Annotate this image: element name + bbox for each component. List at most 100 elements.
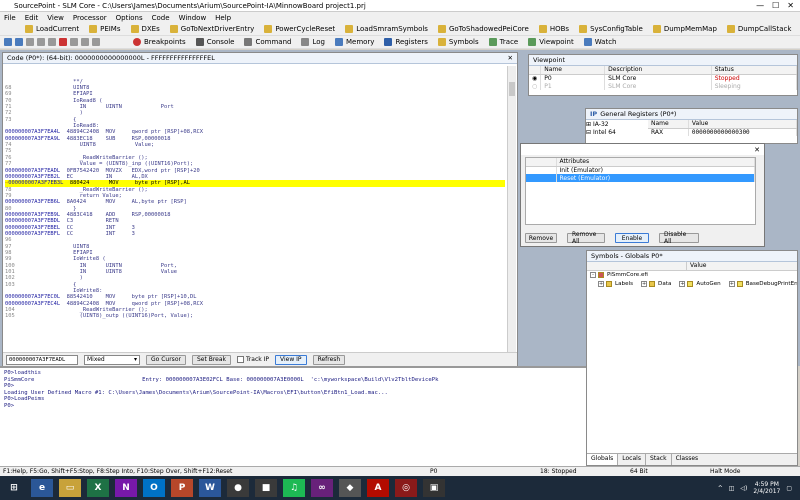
goto-next-driver-entry-button[interactable]: GoToNextDriverEntry — [169, 25, 254, 33]
close-icon[interactable]: ✕ — [754, 146, 760, 154]
address-input[interactable]: 000000007A3F7EADL — [6, 354, 78, 365]
code-line[interactable]: 105 (UINT8)_outp ((UINT16)Port, Value); — [5, 313, 505, 319]
notifications-icon[interactable]: ▢ — [786, 485, 792, 492]
menu-file[interactable]: File — [4, 14, 16, 22]
view-ip-button[interactable]: View IP — [275, 354, 307, 365]
hobs-button[interactable]: HOBs — [538, 25, 569, 33]
tab-locals[interactable]: Locals — [618, 454, 646, 465]
peims-button[interactable]: PEIMs — [89, 25, 121, 33]
sysconfigtable-button[interactable]: SysConfigTable — [579, 25, 643, 33]
command-view-button[interactable]: Command — [244, 38, 291, 46]
app-icon[interactable]: ■ — [255, 479, 277, 497]
loadcurrent-button[interactable]: LoadCurrent — [25, 25, 79, 33]
remove-button[interactable]: Remove — [525, 233, 557, 243]
symbols-view-button[interactable]: Symbols — [437, 38, 479, 46]
viewpoint-view-button[interactable]: Viewpoint — [528, 38, 574, 46]
paste-icon[interactable] — [48, 38, 56, 46]
memory-view-button[interactable]: Memory — [334, 38, 374, 46]
tree-root[interactable]: - PiSmmCore.efi — [590, 271, 797, 279]
symbols-tree[interactable]: - PiSmmCore.efi + Labels + Data + AutoGen + Base… — [587, 271, 797, 443]
save-icon[interactable] — [15, 38, 23, 46]
radio-selected-icon[interactable]: ◉ — [529, 74, 542, 82]
mode-select[interactable]: Mixed ▾ — [84, 354, 140, 365]
table-row[interactable]: Reset (Emulator) — [526, 174, 755, 182]
visual-studio-icon[interactable]: ∞ — [311, 479, 333, 497]
col-name[interactable]: Name — [540, 66, 606, 75]
disable-all-button[interactable]: Disable All — [659, 231, 699, 245]
dumpmemmap-button[interactable]: DumpMemMap — [652, 25, 717, 33]
tree-item[interactable]: +BaseDebugPrintError... — [721, 279, 797, 287]
console-view-button[interactable]: Console — [195, 38, 234, 46]
menu-processor[interactable]: Processor — [73, 14, 107, 22]
expand-icon[interactable]: + — [728, 280, 735, 287]
file-explorer-icon[interactable]: ▭ — [59, 479, 81, 497]
table-row[interactable]: RAX 0000000000000300 — [648, 128, 798, 136]
code-scrollbar[interactable] — [507, 66, 516, 352]
app2-icon[interactable]: ▣ — [423, 479, 445, 497]
scrollbar-thumb[interactable] — [509, 82, 515, 96]
tree-item-intel64[interactable]: ⊟ Intel 64 — [586, 128, 648, 136]
set-break-button[interactable]: Set Break — [191, 354, 232, 365]
table-row[interactable]: ◉ P0 SLM Core Stopped — [529, 74, 798, 82]
outlook-icon[interactable]: O — [143, 479, 165, 497]
tree-item[interactable]: + AutoGen — [671, 279, 721, 287]
volume-icon[interactable]: ◁) — [740, 485, 747, 492]
tab-stack[interactable]: Stack — [646, 454, 672, 465]
tree-item-ia32[interactable]: ⊞ IA-32 — [586, 120, 648, 128]
table-row[interactable]: ○ P1 SLM Core Sleeping — [529, 82, 798, 90]
close-icon[interactable]: ✕ — [508, 54, 513, 62]
expand-icon[interactable]: + — [598, 280, 604, 287]
open-icon[interactable] — [4, 38, 12, 46]
copy-icon[interactable] — [37, 38, 45, 46]
edge-icon[interactable]: e — [31, 479, 53, 497]
table-row[interactable]: Init (Emulator) — [526, 166, 755, 174]
tray-up-icon[interactable]: ^ — [718, 485, 723, 492]
menu-help[interactable]: Help — [215, 14, 231, 22]
clock[interactable]: 4:59 PM 2/4/2017 — [753, 481, 780, 495]
acrobat-icon[interactable]: A — [367, 479, 389, 497]
start-icon[interactable]: ⊞ — [3, 479, 25, 497]
menu-view[interactable]: View — [47, 14, 64, 22]
powerpoint-icon[interactable]: P — [171, 479, 193, 497]
power-cycle-reset-button[interactable]: PowerCycleReset — [264, 25, 335, 33]
network-icon[interactable]: ◫ — [729, 485, 735, 492]
expand-icon[interactable]: + — [679, 280, 686, 287]
expand-icon[interactable]: + — [641, 280, 648, 287]
print-icon[interactable] — [81, 38, 89, 46]
menu-edit[interactable]: Edit — [25, 14, 39, 22]
tree-item[interactable]: + Labels — [590, 279, 633, 287]
refresh-button[interactable]: Refresh — [312, 354, 346, 365]
col-description[interactable]: Description — [604, 66, 712, 75]
load-smram-symbols-button[interactable]: LoadSmramSymbols — [345, 25, 428, 33]
onenote-icon[interactable]: N — [115, 479, 137, 497]
breakpoint-toggle-icon[interactable] — [59, 38, 67, 46]
trace-view-button[interactable]: Trace — [488, 38, 518, 46]
tab-classes[interactable]: Classes — [672, 454, 703, 465]
registers-view-button[interactable]: Registers — [384, 38, 428, 46]
enable-button[interactable]: Enable — [615, 233, 649, 243]
close-icon[interactable]: ✕ — [787, 1, 794, 10]
menu-options[interactable]: Options — [116, 14, 143, 22]
dumpcallstack-button[interactable]: DumpCallStack — [726, 25, 791, 33]
word-icon[interactable]: W — [199, 479, 221, 497]
chrome-icon[interactable]: ● — [227, 479, 249, 497]
breakpoints-view-button[interactable]: Breakpoints — [133, 38, 186, 46]
go-cursor-button[interactable]: Go Cursor — [146, 354, 186, 365]
spotify-icon[interactable]: ♫ — [283, 479, 305, 497]
dxes-button[interactable]: DXEs — [130, 25, 160, 33]
sourcepoint-icon[interactable]: ◎ — [395, 479, 417, 497]
watch-view-button[interactable]: Watch — [583, 38, 617, 46]
tool-icon[interactable]: ◆ — [339, 479, 361, 497]
track-ip-checkbox[interactable]: Track IP — [237, 356, 269, 363]
maximize-icon[interactable]: ☐ — [772, 1, 779, 10]
cut-icon[interactable] — [26, 38, 34, 46]
menu-code[interactable]: Code — [152, 14, 170, 22]
menu-window[interactable]: Window — [179, 14, 207, 22]
code-listing[interactable]: **/68 UINT8 69 EFIAPI 70 IoRead8 (71 IN UI… — [5, 66, 505, 352]
log-view-button[interactable]: Log — [301, 38, 325, 46]
tab-globals[interactable]: Globals — [587, 454, 619, 465]
console-window[interactable]: P0>loadthis PiSmmCore Entry: 000000007A3E… — [0, 366, 586, 466]
find-icon[interactable] — [70, 38, 78, 46]
radio-icon[interactable]: ○ — [529, 82, 542, 90]
tree-item[interactable]: + Data — [633, 279, 671, 287]
